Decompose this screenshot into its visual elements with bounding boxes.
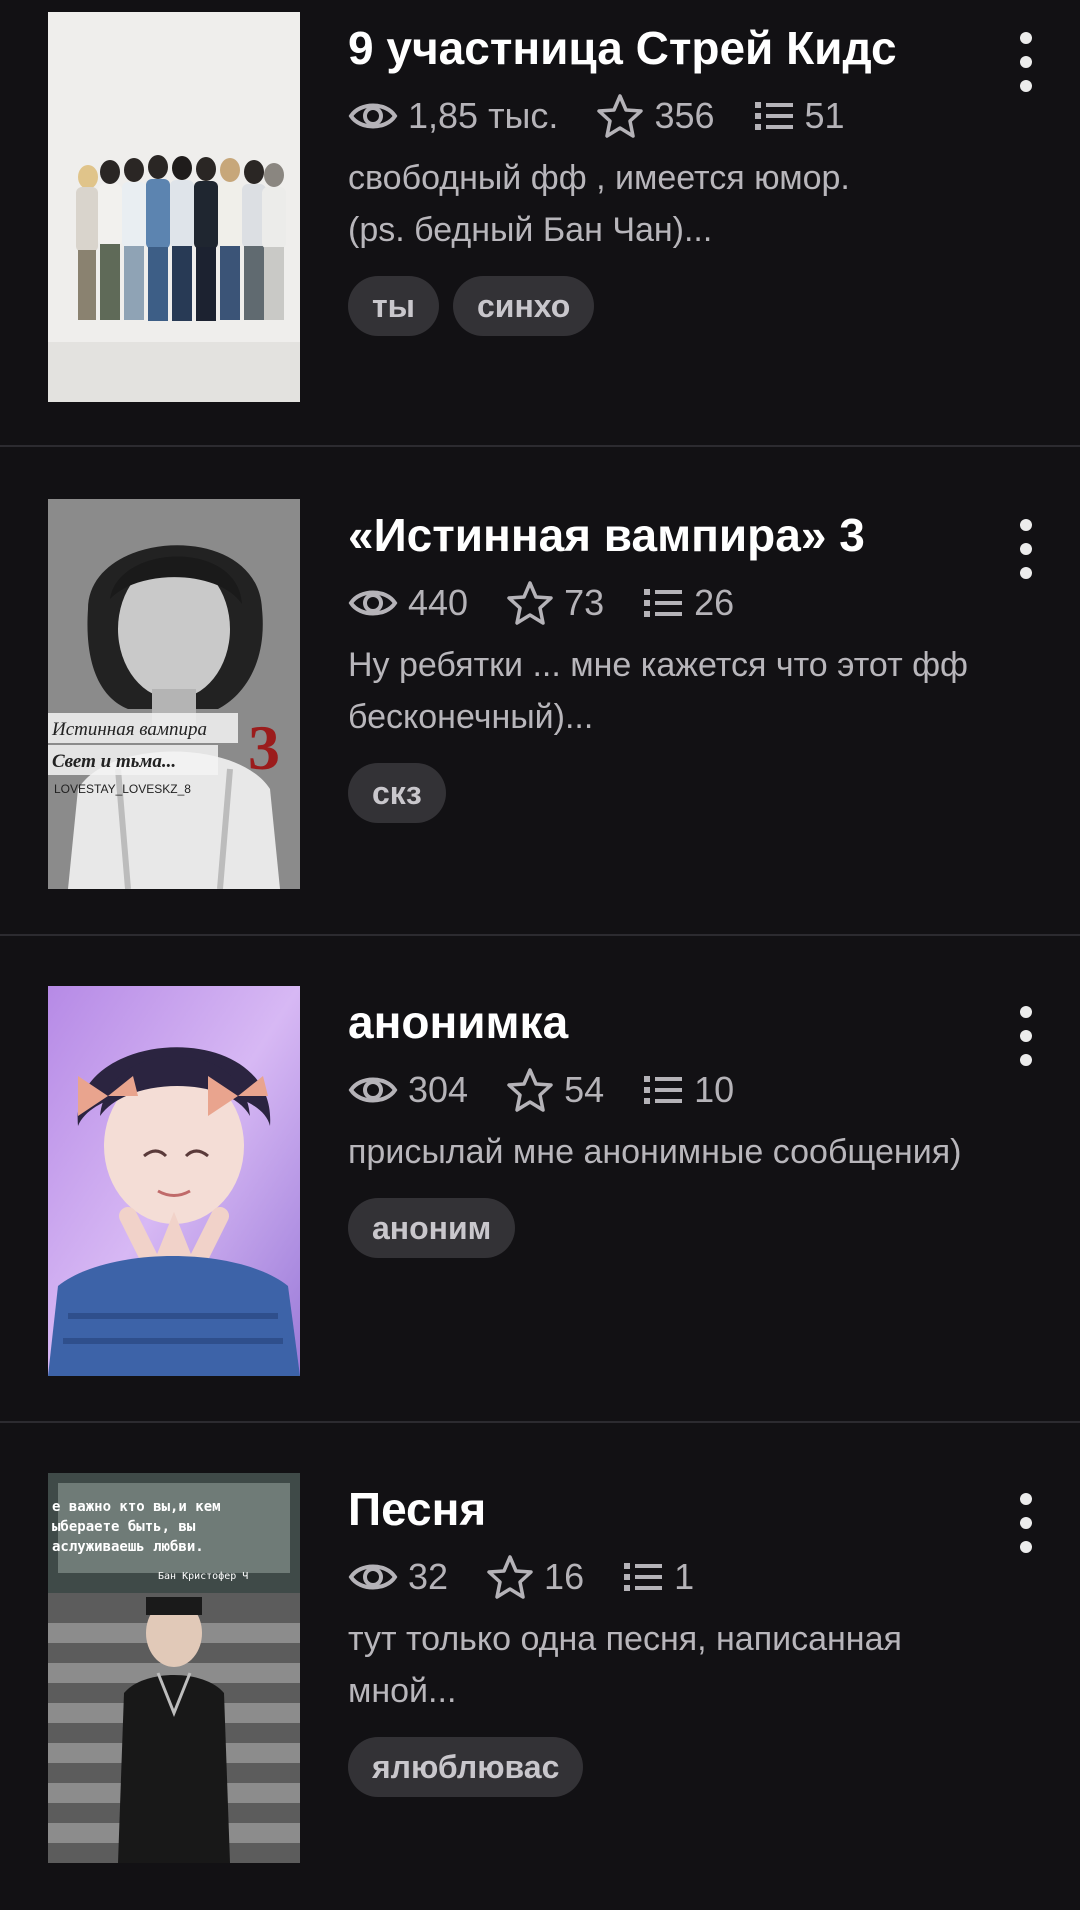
story-card[interactable]: Истинная вампира Свет и тьма... 3 LOVEST… [0,449,1080,936]
views-count: 440 [408,582,469,623]
story-card[interactable]: анонимка 304 54 10 присылай мне анонимны… [0,936,1080,1423]
story-description: Ну ребятки ... мне кажется что этот фф б… [348,646,969,736]
chapters-stat: 51 [753,95,845,137]
cover-image-portrait-vampire: Истинная вампира Свет и тьма... 3 LOVEST… [48,499,300,889]
more-vertical-icon [1020,32,1032,44]
list-icon [644,589,683,617]
story-title[interactable]: анонимка [348,994,988,1050]
tag-chip[interactable]: синхо [453,276,595,336]
views-stat: 440 [348,582,468,624]
story-description: присылай мне анонимные сообщения) [348,1133,962,1171]
stars-count: 356 [654,95,715,136]
story-cover[interactable] [48,986,300,1376]
story-card[interactable]: е важно кто вы,и кем ыбераете быть, вы а… [0,1423,1080,1910]
views-stat: 304 [348,1069,468,1111]
chapters-count: 1 [674,1556,695,1597]
story-stats: 32 16 1 [348,1552,732,1602]
story-stats: 440 73 26 [348,578,772,628]
more-menu-button[interactable] [1006,32,1046,92]
chapters-stat: 26 [642,582,734,624]
divider [0,445,1080,447]
star-icon [487,1555,533,1599]
chapters-stat: 1 [622,1556,694,1598]
story-stats: 304 54 10 [348,1065,772,1115]
stars-count: 54 [564,1069,605,1110]
stars-count: 73 [564,582,605,623]
cover-text: е важно кто вы,и кем [52,1499,221,1515]
more-menu-button[interactable] [1006,1006,1046,1066]
chapters-count: 10 [694,1069,735,1110]
story-tags: ялюблювас [348,1737,597,1797]
chapters-count: 51 [804,95,845,136]
story-cover[interactable] [48,12,300,402]
cover-text: ыбераете быть, вы [52,1519,196,1535]
chapters-count: 26 [694,582,735,623]
eye-icon [348,1564,398,1590]
story-list: 9 участница Стрей Кидс 1,85 тыс. 356 51 … [0,0,1080,1894]
star-icon [507,1068,553,1112]
story-stats: 1,85 тыс. 356 51 [348,91,883,141]
tag-chip[interactable]: ты [348,276,439,336]
eye-icon [348,103,398,129]
more-menu-button[interactable] [1006,519,1046,579]
cover-image-portrait-purple [48,986,300,1376]
eye-icon [348,590,398,616]
story-title[interactable]: 9 участница Стрей Кидс [348,20,988,76]
story-description: тут только одна песня, написанная мной..… [348,1620,902,1710]
cover-text: аслуживаешь любви. [52,1539,204,1555]
story-tags: ты синхо [348,276,608,336]
story-cover[interactable]: Истинная вампира Свет и тьма... 3 LOVEST… [48,499,300,889]
tag-chip[interactable]: скз [348,763,446,823]
cover-signature: Бан Кристофер Ч [158,1570,248,1582]
chapters-stat: 10 [642,1069,734,1111]
views-count: 32 [408,1556,449,1597]
list-icon [624,1563,663,1591]
cover-image-stairs-photo: е важно кто вы,и кем ыбераете быть, вы а… [48,1473,300,1863]
tag-chip[interactable]: ялюблювас [348,1737,584,1797]
views-count: 304 [408,1069,469,1110]
more-vertical-icon [1020,519,1032,531]
star-icon [507,581,553,625]
more-vertical-icon [1020,1493,1032,1505]
eye-icon [348,1077,398,1103]
stars-count: 16 [544,1556,585,1597]
story-description: свободный фф , имеется юмор. (ps. бедный… [348,159,850,249]
stars-stat: 356 [596,93,715,139]
more-menu-button[interactable] [1006,1493,1046,1553]
list-icon [644,1076,683,1104]
story-title[interactable]: «Истинная вампира» 3 [348,507,988,563]
cover-text: Истинная вампира [51,719,207,740]
views-stat: 1,85 тыс. [348,95,558,137]
star-icon [597,94,644,138]
more-vertical-icon [1020,1006,1032,1018]
tag-chip[interactable]: аноним [348,1198,516,1258]
stars-stat: 73 [506,580,604,626]
story-card[interactable]: 9 участница Стрей Кидс 1,85 тыс. 356 51 … [0,0,1080,447]
list-icon [754,102,793,130]
story-tags: скз [348,763,460,823]
views-count: 1,85 тыс. [408,95,559,136]
cover-number: 3 [248,712,280,783]
story-tags: аноним [348,1198,529,1258]
views-stat: 32 [348,1556,448,1598]
stars-stat: 16 [486,1554,584,1600]
stars-stat: 54 [506,1067,604,1113]
cover-text: Свет и тьма... [52,751,176,772]
story-cover[interactable]: е важно кто вы,и кем ыбераете быть, вы а… [48,1473,300,1863]
cover-author: LOVESTAY_LOVESKZ_8 [54,782,191,796]
cover-image-group-photo [48,12,300,402]
story-title[interactable]: Песня [348,1481,988,1537]
